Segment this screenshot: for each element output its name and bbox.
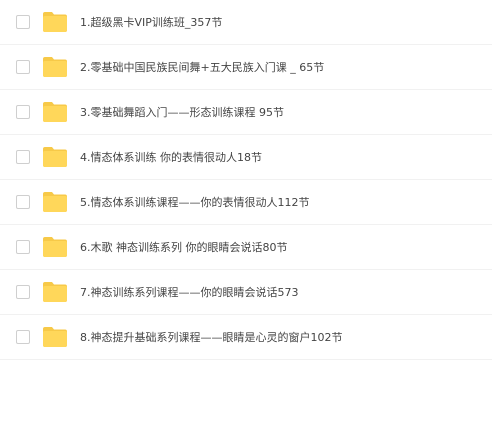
row-checkbox[interactable] xyxy=(16,60,30,74)
file-list: 1.超级黑卡VIP训练班_357节 2.零基础中国民族民间舞+五大民族入门课 _… xyxy=(0,0,492,360)
row-checkbox[interactable] xyxy=(16,150,30,164)
file-row[interactable]: 7.神态训练系列课程——你的眼睛会说话573 xyxy=(0,270,492,315)
file-row[interactable]: 3.零基础舞蹈入门——形态训练课程 95节 xyxy=(0,90,492,135)
file-row[interactable]: 2.零基础中国民族民间舞+五大民族入门课 _ 65节 xyxy=(0,45,492,90)
file-name[interactable]: 6.木歌 神态训练系列 你的眼睛会说话80节 xyxy=(80,225,287,270)
file-row[interactable]: 8.神态提升基础系列课程——眼睛是心灵的窗户102节 xyxy=(0,315,492,360)
row-checkbox[interactable] xyxy=(16,285,30,299)
file-name[interactable]: 1.超级黑卡VIP训练班_357节 xyxy=(80,0,222,45)
file-row[interactable]: 4.情态体系训练 你的表情很动人18节 xyxy=(0,135,492,180)
folder-icon xyxy=(42,325,68,348)
row-checkbox[interactable] xyxy=(16,240,30,254)
folder-icon xyxy=(42,55,68,78)
folder-icon xyxy=(42,280,68,303)
file-name[interactable]: 3.零基础舞蹈入门——形态训练课程 95节 xyxy=(80,90,284,135)
row-checkbox[interactable] xyxy=(16,330,30,344)
folder-icon xyxy=(42,10,68,33)
file-name[interactable]: 4.情态体系训练 你的表情很动人18节 xyxy=(80,135,262,180)
file-row[interactable]: 1.超级黑卡VIP训练班_357节 xyxy=(0,0,492,45)
file-row[interactable]: 6.木歌 神态训练系列 你的眼睛会说话80节 xyxy=(0,225,492,270)
row-checkbox[interactable] xyxy=(16,105,30,119)
file-row[interactable]: 5.情态体系训练课程——你的表情很动人112节 xyxy=(0,180,492,225)
folder-icon xyxy=(42,190,68,213)
file-name[interactable]: 8.神态提升基础系列课程——眼睛是心灵的窗户102节 xyxy=(80,315,343,360)
file-name[interactable]: 5.情态体系训练课程——你的表情很动人112节 xyxy=(80,180,310,225)
folder-icon xyxy=(42,145,68,168)
file-name[interactable]: 7.神态训练系列课程——你的眼睛会说话573 xyxy=(80,270,299,315)
file-name[interactable]: 2.零基础中国民族民间舞+五大民族入门课 _ 65节 xyxy=(80,45,324,90)
row-checkbox[interactable] xyxy=(16,195,30,209)
folder-icon xyxy=(42,100,68,123)
row-checkbox[interactable] xyxy=(16,15,30,29)
folder-icon xyxy=(42,235,68,258)
